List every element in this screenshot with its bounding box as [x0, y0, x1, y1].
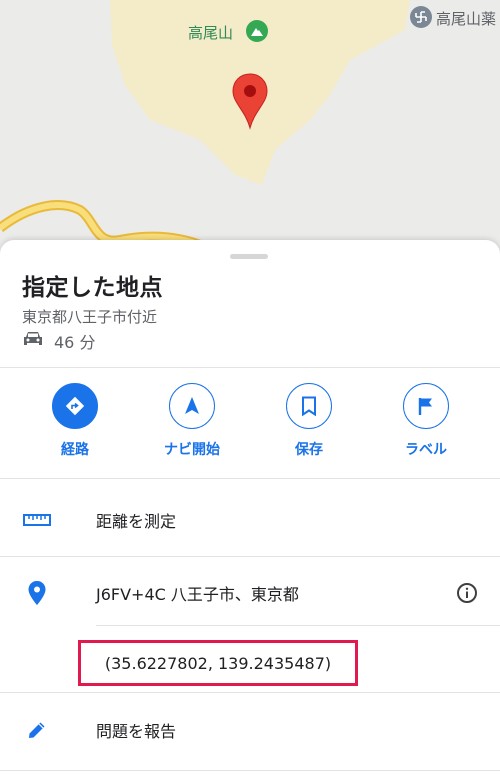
- temple-icon[interactable]: [410, 6, 432, 28]
- plus-code-label: J6FV+4C 八王子市、東京都: [96, 585, 299, 604]
- directions-label: 経路: [61, 442, 89, 458]
- info-icon[interactable]: [456, 582, 478, 604]
- bookmark-icon: [286, 383, 332, 429]
- divider: [0, 367, 500, 368]
- label-label: ラベル: [405, 442, 447, 458]
- pencil-icon: [22, 719, 52, 741]
- report-problem-row[interactable]: 問題を報告: [0, 695, 500, 765]
- coordinates-label: (35.6227802, 139.2435487): [104, 653, 332, 673]
- save-button[interactable]: 保存: [259, 383, 359, 459]
- mountain-peak-icon[interactable]: [246, 20, 268, 42]
- drag-handle[interactable]: [230, 254, 268, 259]
- measure-distance-row[interactable]: 距離を測定: [0, 485, 500, 555]
- map-view[interactable]: 高尾山 高尾山薬: [0, 0, 500, 262]
- divider: [0, 556, 500, 557]
- map-pin-icon[interactable]: [231, 72, 269, 130]
- divider: [96, 625, 500, 626]
- action-bar: 経路 ナビ開始 保存 ラベル: [0, 383, 500, 478]
- label-button[interactable]: ラベル: [376, 383, 476, 459]
- temple-label[interactable]: 高尾山薬: [436, 8, 496, 29]
- coordinates-highlight[interactable]: (35.6227802, 139.2435487): [78, 640, 358, 686]
- peak-label[interactable]: 高尾山: [188, 22, 233, 43]
- drive-time-value: 46 分: [54, 333, 96, 352]
- navigation-arrow-icon: [169, 383, 215, 429]
- divider: [0, 692, 500, 693]
- place-title: 指定した地点: [22, 275, 163, 301]
- directions-button[interactable]: 経路: [25, 383, 125, 459]
- divider: [0, 770, 500, 771]
- save-label: 保存: [295, 442, 323, 458]
- start-navigation-label: ナビ開始: [164, 442, 220, 458]
- ruler-icon: [22, 513, 52, 527]
- drive-time: 46 分: [22, 330, 95, 352]
- measure-distance-label: 距離を測定: [96, 512, 177, 531]
- directions-icon: [52, 383, 98, 429]
- start-navigation-button[interactable]: ナビ開始: [142, 383, 242, 459]
- place-address: 東京都八王子市付近: [22, 308, 158, 326]
- plus-code-row[interactable]: J6FV+4C 八王子市、東京都: [0, 558, 500, 628]
- place-sheet: 指定した地点 東京都八王子市付近 46 分 経路 ナビ開始 保存 ラベル 距離を…: [0, 240, 500, 784]
- car-icon: [22, 330, 44, 352]
- report-problem-label: 問題を報告: [96, 722, 177, 741]
- divider: [0, 478, 500, 479]
- flag-icon: [403, 383, 449, 429]
- location-pin-icon: [22, 580, 52, 606]
